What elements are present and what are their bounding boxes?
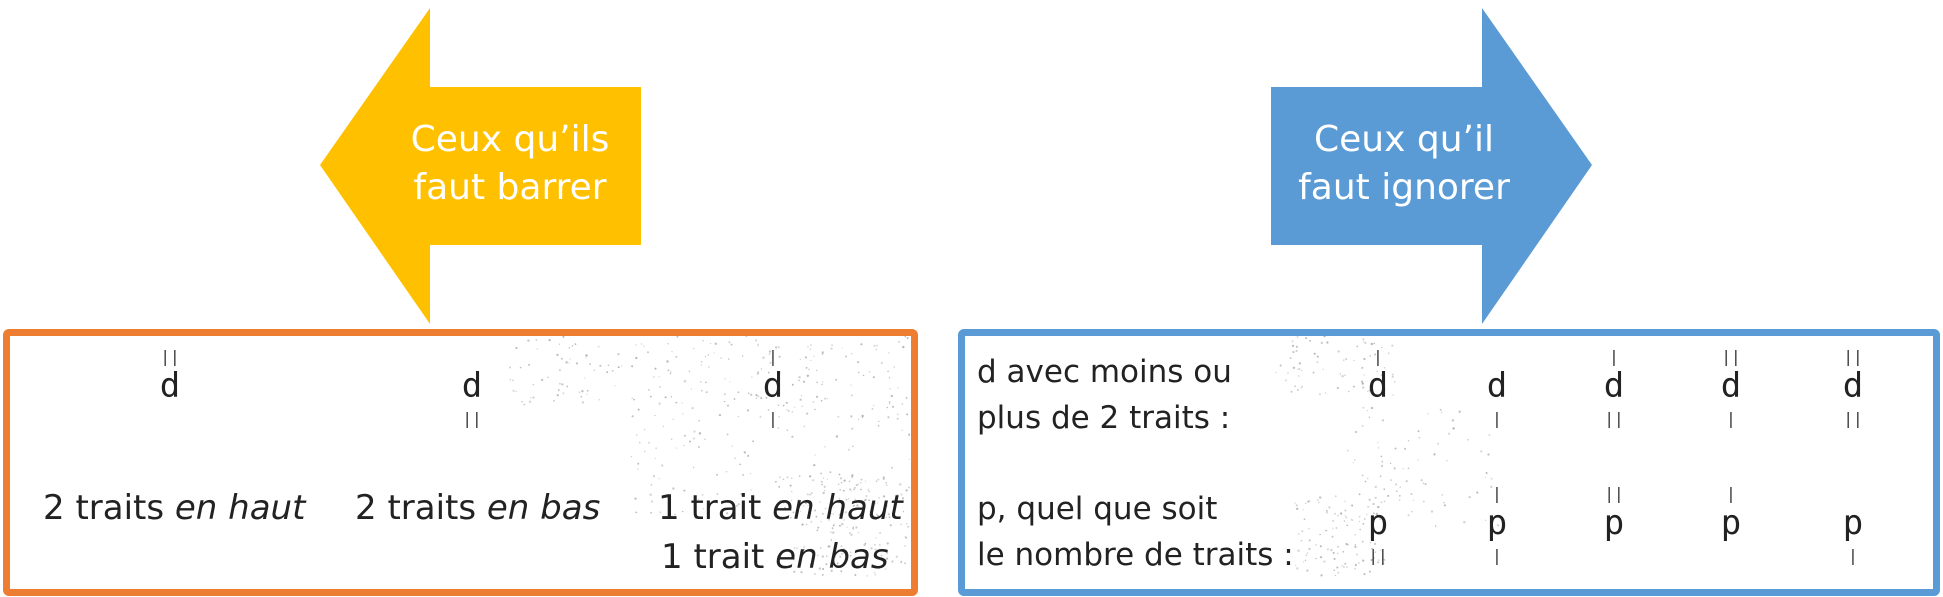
right-arrow-shape (1271, 8, 1592, 324)
item3-caption-line2: 1 trait en bas (661, 537, 889, 577)
row2-label-line2: le nombre de traits : (977, 537, 1294, 573)
item1-letter: d (159, 366, 181, 406)
row1-cell5-letter: d (1842, 366, 1864, 406)
item2-caption-plain: 2 traits (355, 488, 487, 528)
row2-cell2-bottom-ticks: | (1492, 546, 1502, 565)
item1-caption-italic: en haut (174, 488, 306, 528)
item1-top-ticks: || (160, 347, 180, 366)
item3-letter: d (762, 366, 784, 406)
row2-cell1-letter: p (1367, 503, 1389, 543)
row2-cell5-bottom-ticks: | (1848, 546, 1858, 565)
row2-cell2-top-ticks: | (1492, 484, 1502, 503)
left-panel-targets: || d 2 traits en haut d || 2 traits en b… (3, 329, 918, 596)
row2-label-line1: p, quel que soit (977, 491, 1218, 527)
item3-caption-line1: 1 trait en haut (658, 488, 903, 528)
row1-cell1-top-ticks: | (1373, 347, 1383, 366)
row1-cell4-bottom-ticks: | (1726, 409, 1736, 428)
row1-cell5-bottom-ticks: || (1843, 409, 1863, 428)
item3-caption2-plain: 1 trait (661, 537, 776, 577)
row1-cell2-bottom-ticks: | (1492, 409, 1502, 428)
row1-cell3-top-ticks: | (1609, 347, 1619, 366)
right-arrow-label-line2: faut ignorer (1298, 167, 1510, 208)
item3-caption2-italic: en bas (775, 537, 889, 577)
item2-bottom-ticks: || (462, 409, 482, 428)
item3-bottom-ticks: | (768, 409, 778, 428)
right-panel-distractors: d avec moins ou plus de 2 traits : p, qu… (958, 329, 1940, 596)
row2-cell1-bottom-ticks: || (1368, 546, 1388, 565)
right-arrow-label: Ceux qu’il faut ignorer (1284, 116, 1524, 212)
item2-caption-italic: en bas (486, 488, 601, 528)
row1-cell5-top-ticks: || (1843, 347, 1863, 366)
item3-caption-plain: 1 trait (658, 488, 773, 528)
row1-label-line1: d avec moins ou (977, 354, 1232, 390)
item1-caption: 2 traits en haut (43, 488, 305, 528)
row2-cell4-top-ticks: | (1726, 484, 1736, 503)
row1-cell1-letter: d (1367, 366, 1389, 406)
row2-cell3-letter: p (1603, 503, 1625, 543)
right-arrow: Ceux qu’il faut ignorer (0, 0, 1943, 330)
row1-cell4-letter: d (1720, 366, 1742, 406)
right-arrow-label-line1: Ceux qu’il (1314, 119, 1494, 160)
row1-cell3-letter: d (1603, 366, 1625, 406)
row1-label-line2: plus de 2 traits : (977, 400, 1231, 436)
row2-cell3-top-ticks: || (1604, 484, 1624, 503)
row2-cell4-letter: p (1720, 503, 1742, 543)
item2-caption: 2 traits en bas (355, 488, 600, 528)
row1-cell3-bottom-ticks: || (1604, 409, 1624, 428)
row2-cell2-letter: p (1486, 503, 1508, 543)
item3-top-ticks: | (768, 347, 778, 366)
item2-letter: d (461, 366, 483, 406)
item3-caption-italic: en haut (772, 488, 903, 528)
row1-cell4-top-ticks: || (1721, 347, 1741, 366)
row2-cell5-letter: p (1842, 503, 1864, 543)
item1-caption-plain: 2 traits (43, 488, 175, 528)
row1-cell2-letter: d (1486, 366, 1508, 406)
